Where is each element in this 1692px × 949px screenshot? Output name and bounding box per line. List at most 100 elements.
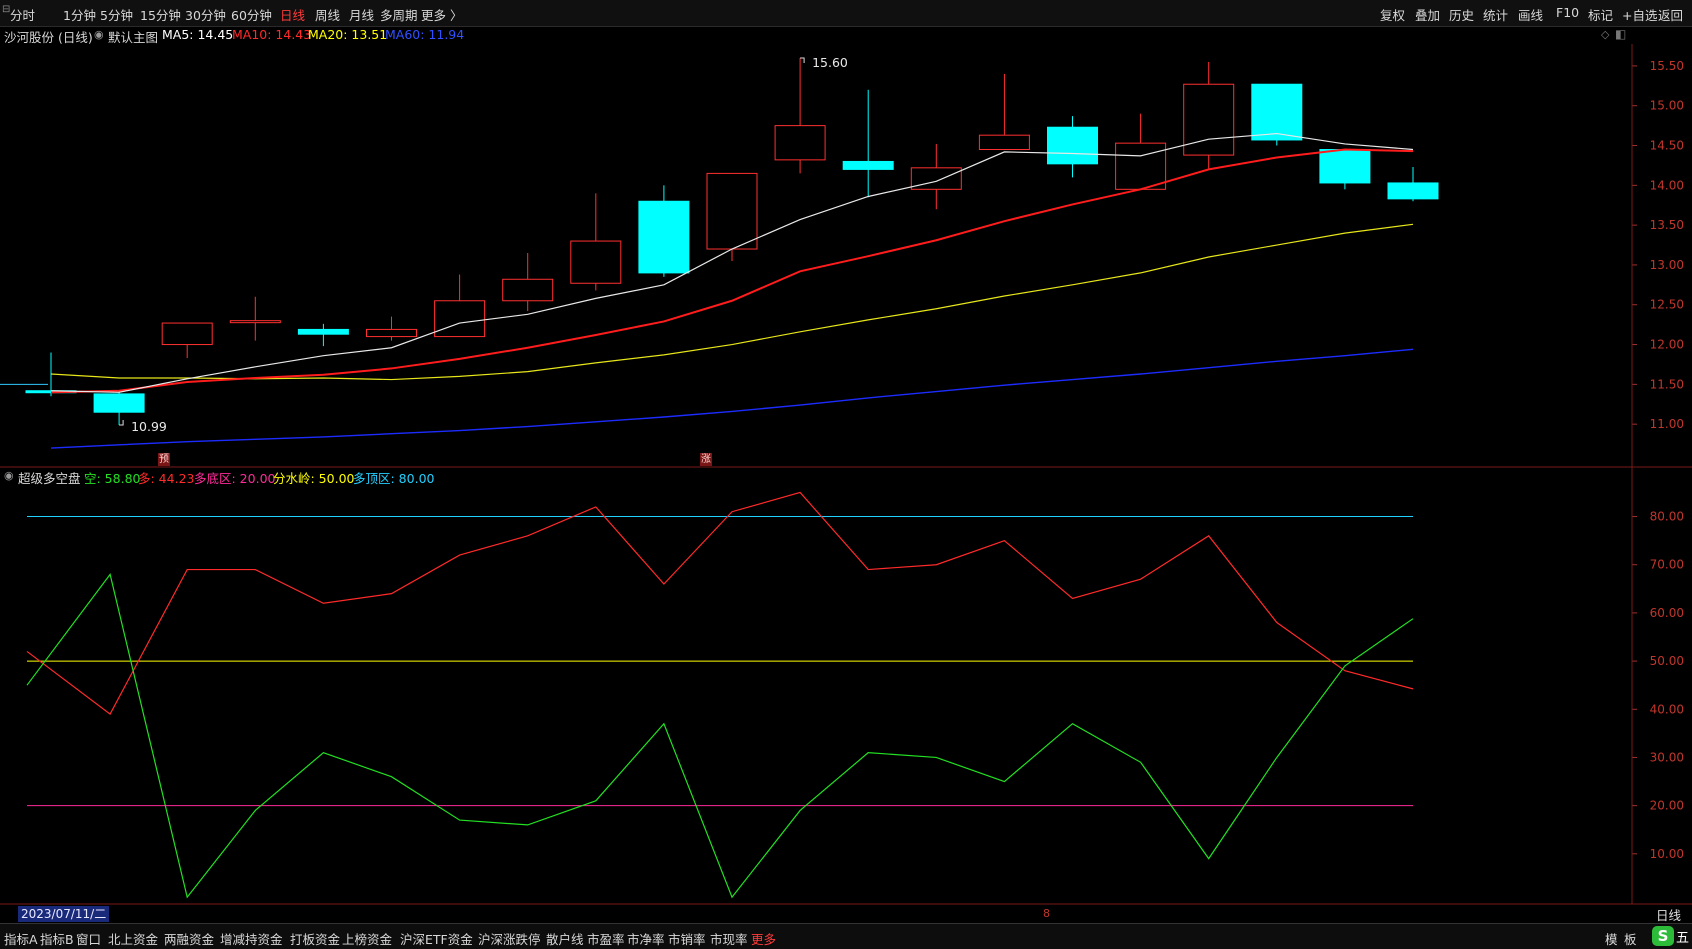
candle-body bbox=[1319, 149, 1371, 184]
y-tick-label: 30.00 bbox=[1650, 750, 1684, 764]
high-note: 15.60 bbox=[812, 55, 848, 70]
bottom-right-mo[interactable]: 模 bbox=[1605, 929, 1618, 948]
indicator-duodiqu: 多底区: 20.00 bbox=[194, 471, 276, 486]
bottom-tab[interactable]: 市盈率 bbox=[587, 929, 625, 948]
toolbar-right-item[interactable]: 叠加 bbox=[1415, 5, 1440, 24]
toolbar-right-item[interactable]: 画线 bbox=[1518, 5, 1543, 24]
period-tab[interactable]: 5分钟 bbox=[100, 5, 133, 24]
candle-body bbox=[706, 172, 758, 250]
indicator-name[interactable]: 超级多空盘 bbox=[18, 468, 81, 487]
y-tick-label: 13.50 bbox=[1650, 218, 1684, 232]
ma10-legend: MA10: 14.43 bbox=[232, 27, 312, 42]
period-tab[interactable]: 30分钟 bbox=[185, 5, 226, 24]
period-tab[interactable]: 60分钟 bbox=[231, 5, 272, 24]
candle-body bbox=[93, 393, 145, 413]
marker-zhang[interactable]: 涨 bbox=[700, 453, 712, 466]
candle-body bbox=[229, 320, 281, 324]
bottom-tab-bar: 指标A 指标B 窗口 北上资金 两融资金 增减持资金 打板资金 上榜资金 沪深ETF资金 沪深涨跌… bbox=[0, 923, 1692, 949]
main-kline-chart: 11.00 11.50 12.00 12.50 13.00 13.50 14.00 14.50… bbox=[0, 55, 1684, 449]
ma5-line bbox=[50, 132, 1414, 393]
template-toggle-icon[interactable]: ◉ bbox=[94, 28, 104, 41]
bottom-tab[interactable]: 打板资金 bbox=[290, 929, 340, 948]
y-tick-label: 12.00 bbox=[1650, 338, 1684, 352]
candle-body bbox=[434, 300, 486, 338]
ma60-line bbox=[50, 348, 1414, 449]
period-tab[interactable]: 1分钟 bbox=[63, 5, 96, 24]
diamond-icon[interactable]: ◇ bbox=[1601, 28, 1609, 41]
date-label: 2023/07/11/二 bbox=[18, 906, 110, 922]
period-tab[interactable]: 周线 bbox=[315, 5, 340, 24]
candle-body bbox=[366, 328, 417, 338]
candle-body bbox=[570, 240, 622, 284]
bottom-tab[interactable]: 市净率 bbox=[627, 929, 665, 948]
period-label[interactable]: 日线 bbox=[1656, 905, 1681, 924]
y-tick-label: 10.00 bbox=[1650, 847, 1684, 861]
candle-body bbox=[1183, 83, 1235, 156]
y-tick-label: 15.00 bbox=[1650, 99, 1684, 113]
toolbar-right-item[interactable]: 返回 bbox=[1658, 5, 1683, 24]
ma60-legend: MA60: 11.94 bbox=[385, 27, 465, 42]
bottom-tab[interactable]: 上榜资金 bbox=[342, 929, 392, 948]
bottom-tab[interactable]: 北上资金 bbox=[108, 929, 158, 948]
bottom-tab[interactable]: 沪深ETF资金 bbox=[400, 929, 473, 948]
toolbar-right-item[interactable]: 历史 bbox=[1449, 5, 1474, 24]
bottom-tab[interactable]: 增减持资金 bbox=[220, 929, 283, 948]
bottom-right-ban[interactable]: 板 bbox=[1624, 929, 1637, 948]
kong-line bbox=[26, 572, 1414, 899]
high-pointer bbox=[800, 57, 805, 63]
period-tab[interactable]: 更多 〉 bbox=[421, 5, 462, 24]
y-tick-label: 50.00 bbox=[1650, 654, 1684, 668]
period-tab[interactable]: 多周期 bbox=[380, 5, 418, 24]
candle-body bbox=[774, 125, 826, 161]
y-tick-label: 14.50 bbox=[1650, 139, 1684, 153]
indicator-header: ◉ 超级多空盘 空: 58.80 多: 44.23 多底区: 20.00 分水岭… bbox=[0, 467, 1600, 487]
bottom-tab[interactable]: 散户线 bbox=[546, 929, 584, 948]
period-tab[interactable]: 月线 bbox=[349, 5, 374, 24]
candle-body bbox=[1115, 142, 1167, 190]
scrollbar-marker[interactable]: 8 bbox=[1043, 907, 1050, 920]
bottom-tab[interactable]: 市现率 bbox=[710, 929, 748, 948]
candle-body bbox=[161, 322, 213, 346]
ma20-legend: MA20: 13.51 bbox=[308, 27, 388, 42]
period-tab[interactable]: 日线 bbox=[280, 5, 305, 24]
bottom-tab[interactable]: 沪深涨跌停 bbox=[478, 929, 541, 948]
candle-body bbox=[1251, 83, 1303, 141]
bottom-tab[interactable]: 指标A bbox=[4, 929, 38, 948]
toolbar-right-item[interactable]: +自选 bbox=[1622, 5, 1657, 24]
indicator-duodingqu: 多顶区: 80.00 bbox=[353, 471, 435, 486]
candle-body bbox=[502, 278, 554, 302]
candle-body bbox=[1047, 126, 1098, 165]
candle-body bbox=[1387, 182, 1439, 200]
candle-body bbox=[842, 160, 894, 170]
indicator-fenshuiling: 分水岭: 50.00 bbox=[273, 471, 355, 486]
y-tick-label: 80.00 bbox=[1650, 510, 1684, 524]
low-pointer bbox=[119, 419, 124, 426]
low-note: 10.99 bbox=[131, 419, 167, 434]
y-tick-label: 12.50 bbox=[1650, 298, 1684, 312]
toolbar-right-item[interactable]: 复权 bbox=[1380, 5, 1405, 24]
y-tick-label: 11.50 bbox=[1650, 377, 1684, 391]
main-chart-header: 沙河股份 (日线) ◉ 默认主图 MA5: 14.45 MA10: 14.43 … bbox=[0, 26, 1600, 45]
period-tab[interactable]: 15分钟 bbox=[140, 5, 181, 24]
bottom-tab[interactable]: 两融资金 bbox=[164, 929, 214, 948]
candle-body bbox=[638, 200, 690, 274]
y-tick-label: 60.00 bbox=[1650, 606, 1684, 620]
bottom-tab[interactable]: 市销率 bbox=[668, 929, 706, 948]
indicator-toggle-icon[interactable]: ◉ bbox=[4, 469, 14, 482]
bottom-tab[interactable]: 指标B bbox=[40, 929, 74, 948]
marker-yu[interactable]: 预 bbox=[158, 453, 170, 466]
toolbar-right-item[interactable]: 标记 bbox=[1588, 5, 1613, 24]
bottom-tab[interactable]: 窗口 bbox=[76, 929, 101, 948]
panel-layout-icon[interactable]: ◧ bbox=[1615, 27, 1626, 41]
bottom-tab[interactable]: 更多 bbox=[751, 929, 776, 948]
period-toolbar: ⊟ 分时 1分钟 5分钟 15分钟 30分钟 60分钟 日线 周线 月线 多周期 更多 〉 复权 叠加… bbox=[0, 0, 1692, 27]
period-tab[interactable]: 分时 bbox=[10, 5, 35, 24]
y-tick-label: 20.00 bbox=[1650, 799, 1684, 813]
candle-body bbox=[297, 328, 349, 335]
duo-line bbox=[26, 491, 1414, 715]
indicator-chart: 10.00 20.00 30.00 40.00 50.00 60.00 70.00 80.00 bbox=[26, 491, 1684, 899]
toolbar-right-item[interactable]: F10 bbox=[1556, 5, 1579, 20]
y-tick-label: 14.00 bbox=[1650, 178, 1684, 192]
toolbar-right-item[interactable]: 统计 bbox=[1483, 5, 1508, 24]
indicator-duo: 多: 44.23 bbox=[138, 471, 195, 486]
